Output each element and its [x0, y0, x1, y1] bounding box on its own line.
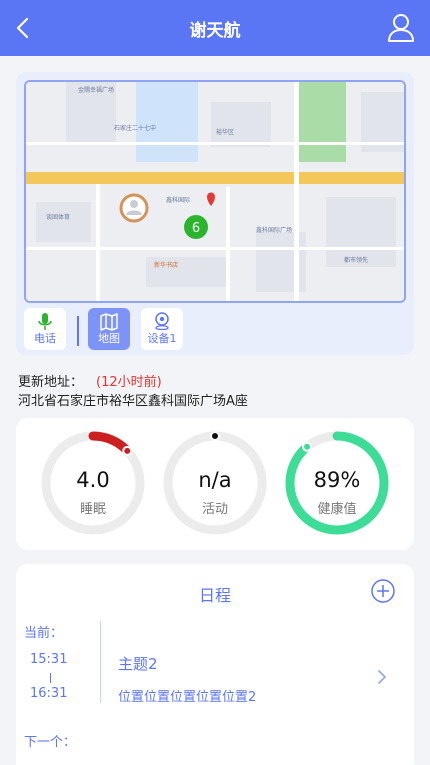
map-view[interactable]: 金隅幸福广场 石家庄二十七中 裕华区 鑫科国际 谈固体育 鑫科国际广场 新华书店…: [24, 80, 406, 303]
current-end-time: 16:31: [30, 686, 68, 701]
activity-label: 活动: [201, 502, 228, 517]
app-header: 谢天航: [0, 0, 430, 56]
svg-text:金隅幸福广场: 金隅幸福广场: [78, 86, 114, 94]
address-text: 河北省石家庄市裕华区鑫科国际广场A座: [18, 394, 248, 409]
current-label: 当前：: [24, 626, 64, 641]
map-icon: [100, 313, 118, 331]
page-title: 谢天航: [189, 21, 241, 41]
svg-text:鑫科国际广场: 鑫科国际广场: [256, 226, 292, 234]
tab-map[interactable]: 地图: [88, 308, 130, 350]
update-time: (12小时前): [96, 375, 162, 390]
sleep-value: 4.0: [76, 468, 110, 492]
schedule-title: 日程: [198, 586, 231, 605]
svg-text:鑫科国际: 鑫科国际: [166, 196, 190, 204]
tab-divider: [77, 316, 79, 346]
map-card: 金隅幸福广场 石家庄二十七中 裕华区 鑫科国际 谈固体育 鑫科国际广场 新华书店…: [16, 72, 414, 355]
timeline-divider: [100, 621, 101, 703]
add-schedule-icon[interactable]: [370, 578, 396, 604]
sleep-label: 睡眠: [79, 502, 106, 517]
activity-stat[interactable]: n/a 活动: [160, 428, 270, 538]
microphone-icon: [38, 313, 52, 330]
svg-text:谈固体育: 谈固体育: [46, 213, 70, 221]
tab-device[interactable]: 设备1: [141, 308, 183, 350]
stats-card: 4.0 睡眠 n/a 活动 89% 健康值: [16, 418, 414, 550]
chevron-right-icon[interactable]: [376, 668, 388, 686]
current-item-location[interactable]: 位置位置位置位置位置2: [118, 686, 256, 705]
tab-map-label: 地图: [98, 332, 120, 345]
map-cluster-count: 6: [192, 221, 200, 236]
tab-phone-label: 电话: [34, 332, 56, 345]
update-address-label: 更新地址：: [18, 375, 84, 390]
health-stat[interactable]: 89% 健康值: [282, 428, 392, 538]
time-separator: [50, 673, 51, 683]
health-value: 89%: [313, 468, 361, 492]
svg-text:新华书店: 新华书店: [154, 261, 178, 269]
current-item-title[interactable]: 主题2: [118, 653, 158, 674]
health-label: 健康值: [317, 502, 357, 517]
location-pin-icon: [155, 312, 169, 331]
svg-text:石家庄二十七中: 石家庄二十七中: [114, 124, 156, 132]
svg-text:都市领先: 都市领先: [344, 256, 368, 264]
activity-value: n/a: [198, 468, 232, 492]
next-label: 下一个：: [24, 735, 77, 750]
tab-device-label: 设备1: [147, 332, 177, 345]
svg-text:裕华区: 裕华区: [216, 128, 234, 136]
sleep-stat[interactable]: 4.0 睡眠: [38, 428, 148, 538]
current-start-time: 15:31: [30, 652, 68, 667]
ring-knob: [124, 447, 131, 454]
ring-knob: [212, 433, 218, 439]
user-profile-icon[interactable]: [386, 12, 416, 44]
tab-phone[interactable]: 电话: [24, 308, 66, 350]
ring-knob: [304, 443, 311, 450]
map-tabs: 电话 地图 设备1: [24, 308, 406, 350]
